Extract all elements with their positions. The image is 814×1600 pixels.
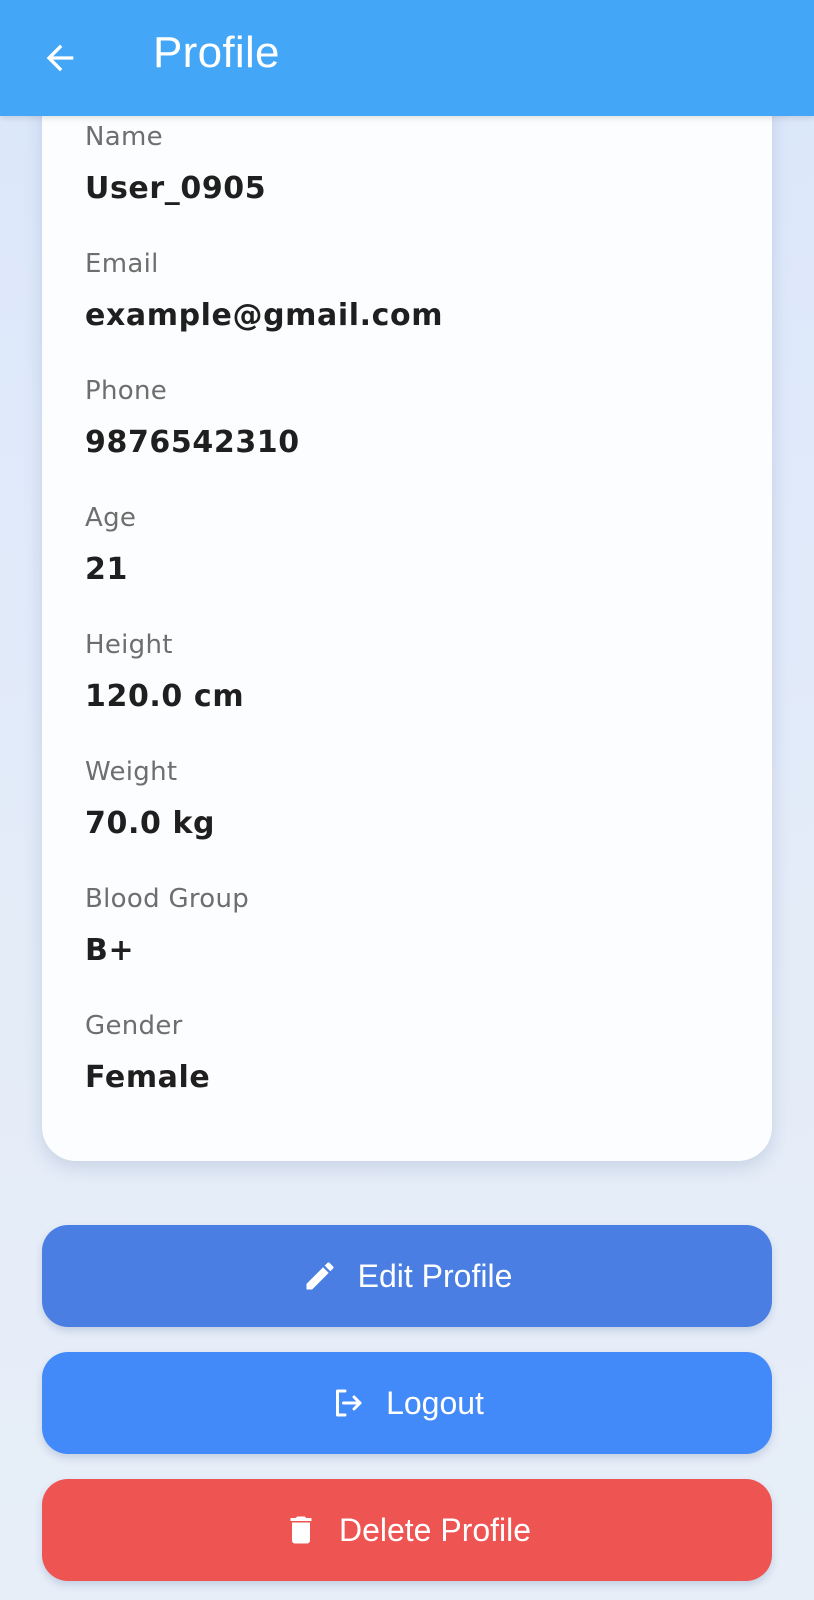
page-title: Profile <box>153 28 280 77</box>
pencil-icon <box>302 1258 338 1294</box>
field-name: Name User_0905 <box>85 122 266 206</box>
field-age: Age 21 <box>85 503 136 587</box>
field-gender: Gender Female <box>85 1011 210 1095</box>
field-value: User_0905 <box>85 171 267 206</box>
field-value: 120.0 cm <box>85 679 245 714</box>
field-label: Blood Group <box>85 884 250 914</box>
arrow-left-icon <box>46 44 74 72</box>
profile-card <box>42 60 772 1161</box>
field-label: Age <box>85 503 137 533</box>
field-value: 70.0 kg <box>85 806 216 841</box>
field-label: Phone <box>85 376 168 406</box>
field-phone: Phone 9876542310 <box>85 376 300 460</box>
field-value: Female <box>85 1060 211 1095</box>
field-height: Height 120.0 cm <box>85 630 244 714</box>
field-label: Email <box>85 249 159 279</box>
logout-label: Logout <box>386 1384 484 1421</box>
field-blood-group: Blood Group B+ <box>85 884 249 968</box>
field-value: 9876542310 <box>85 425 300 460</box>
app-bar: Profile <box>0 0 814 116</box>
field-label: Name <box>85 122 163 152</box>
logout-button[interactable]: Logout <box>42 1352 772 1454</box>
field-label: Gender <box>85 1011 183 1041</box>
trash-icon <box>283 1512 319 1548</box>
edit-profile-label: Edit Profile <box>357 1257 513 1294</box>
field-value: 21 <box>85 552 128 587</box>
field-value: example@gmail.com <box>85 298 444 333</box>
logout-icon <box>330 1385 366 1421</box>
back-button[interactable] <box>36 34 84 82</box>
field-label: Height <box>85 630 173 660</box>
field-email: Email example@gmail.com <box>85 249 443 333</box>
field-weight: Weight 70.0 kg <box>85 757 215 841</box>
delete-profile-label: Delete Profile <box>338 1511 532 1548</box>
field-value: B+ <box>85 933 135 968</box>
delete-profile-button[interactable]: Delete Profile <box>42 1479 772 1581</box>
edit-profile-button[interactable]: Edit Profile <box>42 1225 772 1327</box>
field-label: Weight <box>85 757 178 787</box>
